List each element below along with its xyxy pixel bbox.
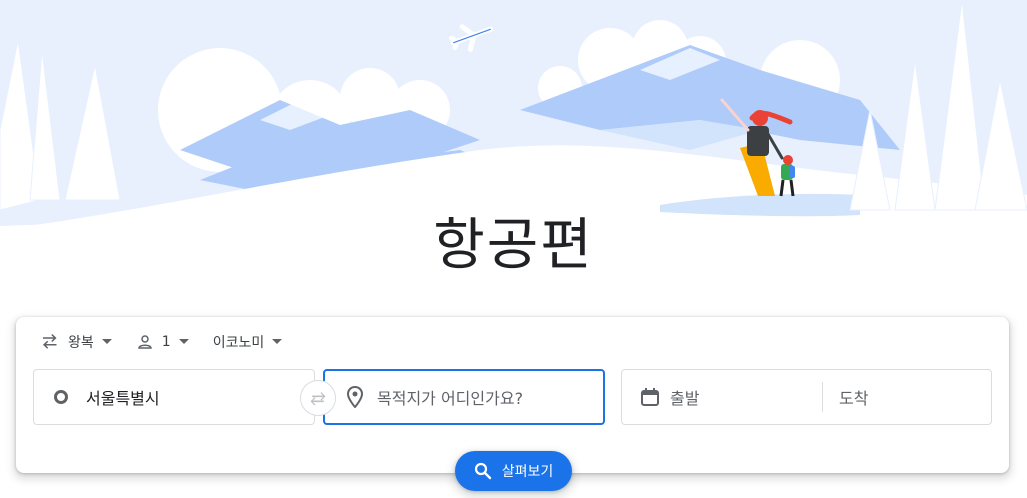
origin-input[interactable]: 서울특별시 xyxy=(33,369,315,425)
chevron-down-icon xyxy=(178,339,189,344)
circle-icon xyxy=(54,390,68,404)
search-icon xyxy=(474,462,491,480)
page-title: 항공편 xyxy=(433,213,594,278)
calendar-icon xyxy=(641,388,659,406)
origin-value: 서울특별시 xyxy=(86,389,160,408)
person-icon xyxy=(138,335,152,349)
passenger-selector[interactable]: 1 xyxy=(136,333,189,351)
depart-date-field[interactable]: 출발 xyxy=(670,385,810,409)
date-range-input[interactable]: 출발 도착 xyxy=(621,369,992,425)
flight-search-card: 왕복 1 이코노미 서울특별시 목적지가 어디인가요? 출발 도착 xyxy=(16,317,1009,473)
trip-type-label: 왕복 xyxy=(68,335,94,351)
swap-arrows-icon xyxy=(310,392,326,406)
cabin-class-label: 이코노미 xyxy=(212,335,265,351)
location-pin-icon xyxy=(347,386,363,408)
swap-arrows-icon xyxy=(43,333,57,349)
chevron-down-icon xyxy=(101,339,112,344)
search-options-row: 왕복 1 이코노미 xyxy=(40,331,306,353)
cabin-class-selector[interactable]: 이코노미 xyxy=(213,332,283,352)
swap-locations-button[interactable] xyxy=(300,380,336,416)
destination-placeholder: 목적지가 어디인가요? xyxy=(377,389,524,408)
chevron-down-icon xyxy=(272,339,283,344)
explore-button-label: 살펴보기 xyxy=(501,464,554,480)
destination-input[interactable]: 목적지가 어디인가요? xyxy=(323,369,605,425)
return-date-field[interactable]: 도착 xyxy=(839,385,868,409)
date-divider xyxy=(822,382,823,412)
trip-type-selector[interactable]: 왕복 xyxy=(40,332,112,352)
explore-button[interactable]: 살펴보기 xyxy=(455,451,572,491)
passenger-count: 1 xyxy=(161,334,171,350)
